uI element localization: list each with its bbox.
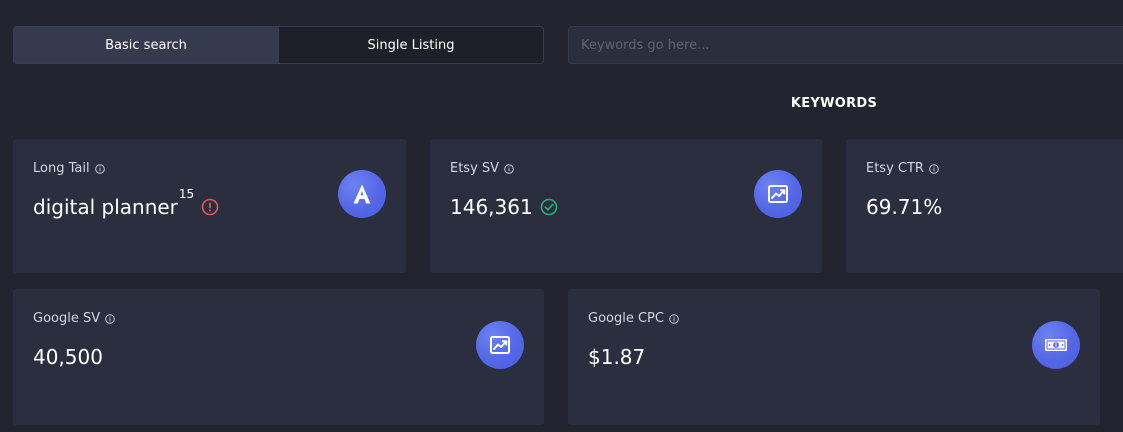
google-sv-value: 40,500 xyxy=(33,345,103,369)
single-listing-tab[interactable]: Single Listing xyxy=(278,27,543,63)
etsy-ctr-value-row: 69.71% xyxy=(866,195,942,219)
etsy-ctr-label-row: Etsy CTR xyxy=(866,161,939,176)
long-tail-word-count: 15 xyxy=(178,187,195,202)
etsy-sv-value: 146,361 xyxy=(450,195,533,219)
google-cpc-label-row: Google CPC xyxy=(588,311,679,326)
google-cpc-value: $1.87 xyxy=(588,345,646,369)
info-icon[interactable] xyxy=(669,313,679,324)
basic-search-tab[interactable]: Basic search xyxy=(14,27,278,63)
info-icon[interactable] xyxy=(504,163,514,174)
google-sv-card: Google SV 40,500 xyxy=(13,289,544,425)
long-tail-label-row: Long Tail xyxy=(33,161,105,176)
info-icon[interactable] xyxy=(929,163,939,174)
etsy-sv-label-row: Etsy SV xyxy=(450,161,514,176)
info-icon[interactable] xyxy=(94,163,105,174)
letter-a-icon xyxy=(338,170,386,218)
etsy-sv-value-row: 146,361 xyxy=(450,195,558,219)
google-cpc-value-row: $1.87 xyxy=(588,345,645,369)
banknote-icon xyxy=(1032,321,1080,369)
etsy-sv-card: Etsy SV 146,361 xyxy=(430,139,822,273)
google-sv-value-row: 40,500 xyxy=(33,345,103,369)
long-tail-value-text: digital planner15 xyxy=(33,187,194,219)
trend-chart-icon xyxy=(754,170,802,218)
etsy-sv-label: Etsy SV xyxy=(450,161,500,176)
warning-icon xyxy=(201,198,219,216)
long-tail-label: Long Tail xyxy=(33,161,90,176)
google-sv-label: Google SV xyxy=(33,311,101,326)
search-mode-toggle: Basic search Single Listing xyxy=(13,26,544,64)
long-tail-card: Long Tail digital planner15 xyxy=(13,139,406,273)
etsy-ctr-label: Etsy CTR xyxy=(866,161,924,176)
check-circle-icon xyxy=(540,198,558,216)
section-heading-keywords: KEYWORDS xyxy=(790,96,878,111)
google-cpc-card: Google CPC $1.87 xyxy=(568,289,1100,425)
etsy-ctr-value: 69.71% xyxy=(866,195,943,219)
info-icon[interactable] xyxy=(105,313,115,324)
google-cpc-label: Google CPC xyxy=(588,311,664,326)
google-sv-label-row: Google SV xyxy=(33,311,115,326)
keyword-search-input[interactable] xyxy=(568,26,1123,64)
trend-chart-icon xyxy=(476,321,524,369)
long-tail-value: digital planner xyxy=(33,195,178,219)
long-tail-value-row: digital planner15 xyxy=(33,187,219,219)
etsy-ctr-card: Etsy CTR 69.71% xyxy=(846,139,1123,273)
